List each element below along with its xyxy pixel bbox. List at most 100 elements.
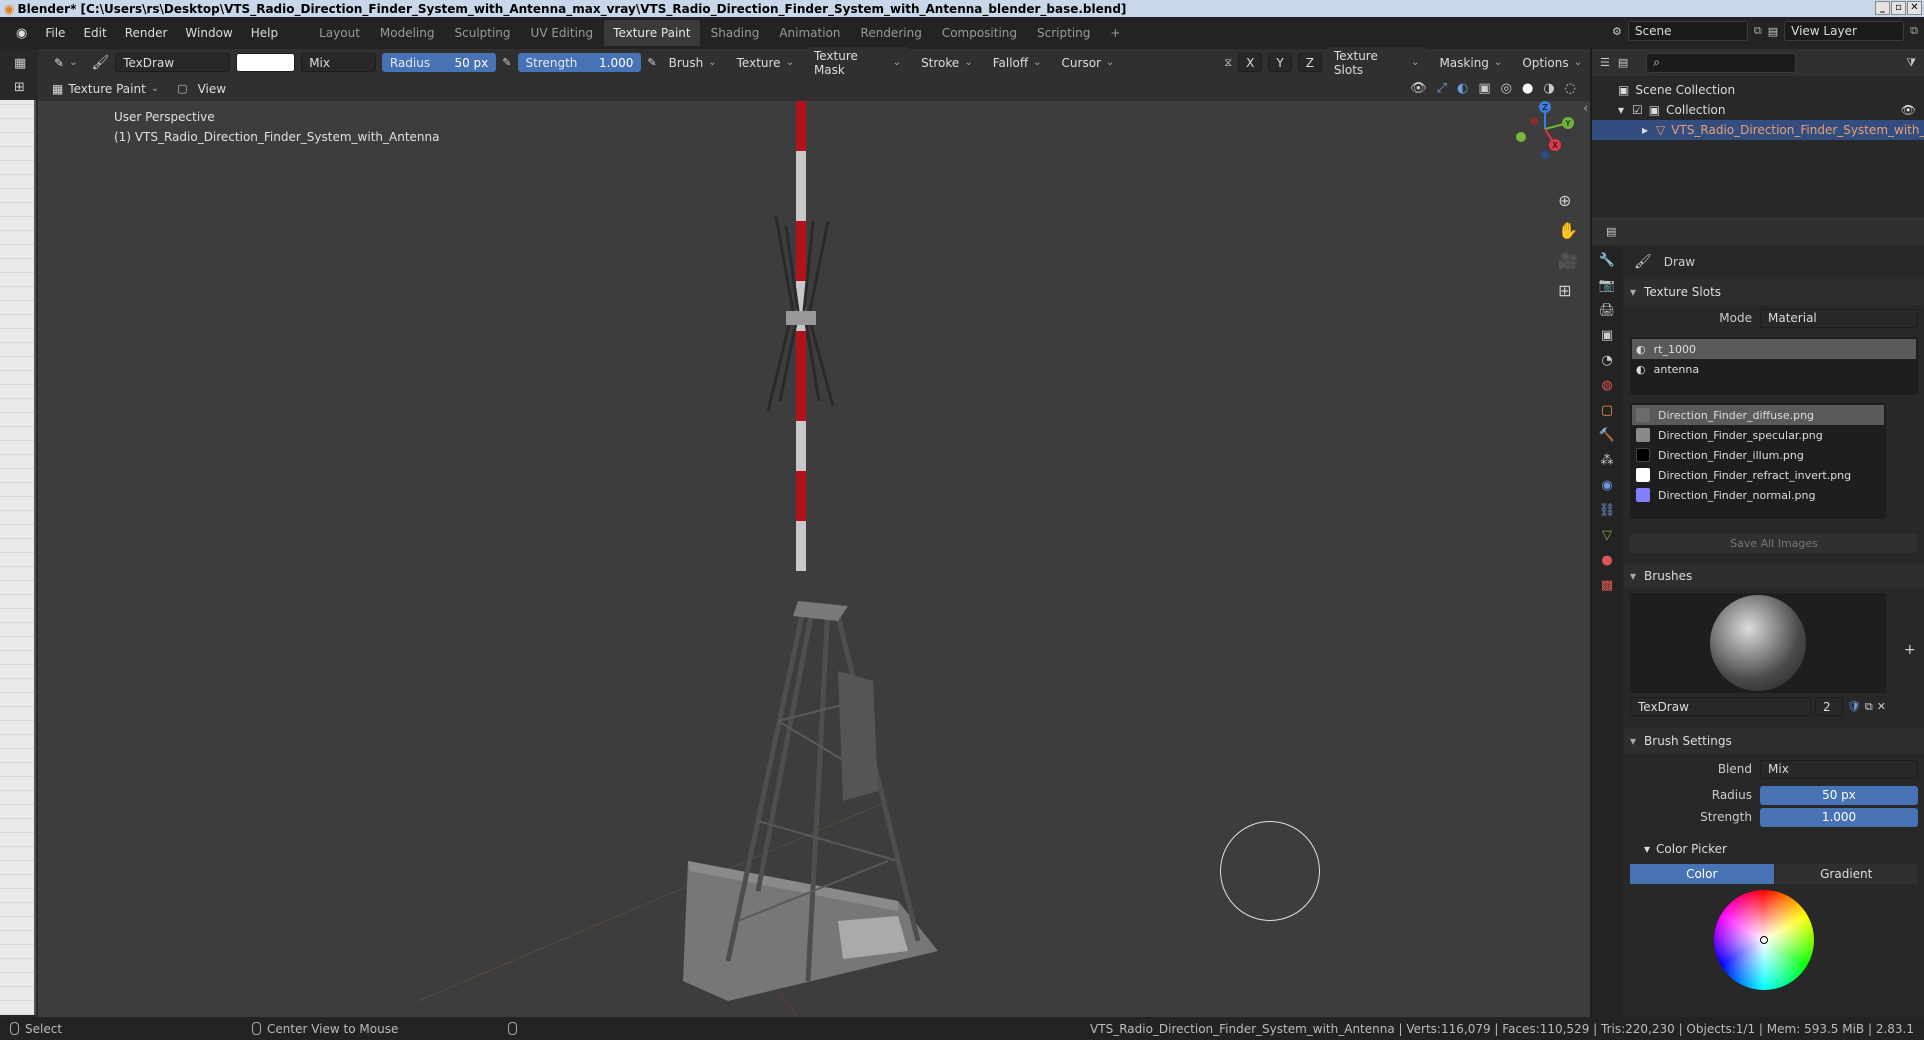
overlay-toggle-icon[interactable]: ◐ [1457, 81, 1468, 96]
tab-uv-editing[interactable]: UV Editing [522, 20, 603, 46]
modifier-tab-icon[interactable]: 🔨 [1599, 428, 1615, 443]
brush-preview[interactable] [1630, 593, 1886, 693]
view-menu[interactable]: View [198, 82, 226, 96]
menu-texture-mask[interactable]: Texture Mask [807, 46, 910, 79]
view-layer-tab-icon[interactable]: ▣ [1601, 328, 1613, 343]
menu-brush[interactable]: Brush [662, 53, 725, 72]
maximize-button[interactable]: ▫ [1891, 1, 1906, 15]
menu-window[interactable]: Window [177, 26, 240, 40]
color-wheel[interactable] [1714, 890, 1814, 990]
tab-scripting[interactable]: Scripting [1028, 20, 1099, 46]
eye-icon[interactable]: 👁 [1901, 103, 1916, 117]
add-slot-icon[interactable]: + [1904, 642, 1916, 658]
color-picker-subpanel-header[interactable]: ▾ Color Picker [1624, 836, 1924, 862]
image-slot-item[interactable]: Direction_Finder_diffuse.png [1632, 405, 1884, 425]
close-button[interactable]: ✕ [1907, 1, 1922, 15]
material-slot-item[interactable]: ◐ rt_1000 [1632, 339, 1916, 359]
material-slot-item[interactable]: ◐ antenna [1632, 359, 1916, 379]
tab-gradient[interactable]: Gradient [1774, 864, 1918, 884]
strength-slider[interactable]: 1.000 [1760, 807, 1918, 827]
duplicate-brush-icon[interactable]: ⧉ [1865, 700, 1873, 714]
fake-user-icon[interactable]: 🛡 [1847, 700, 1861, 713]
material-shading-icon[interactable]: ◑ [1543, 81, 1554, 96]
save-all-images-button[interactable]: Save All Images [1630, 533, 1918, 553]
paint-mode-dropdown[interactable]: ✎ [48, 53, 86, 72]
blend-dropdown[interactable]: Mix [1760, 759, 1918, 779]
physics-tab-icon[interactable]: ◉ [1601, 478, 1612, 493]
object-row[interactable]: ▸ ▽ VTS_Radio_Direction_Finder_System_with… [1592, 120, 1924, 140]
mirror-x-toggle[interactable]: X [1238, 53, 1263, 72]
expand-arrow-icon[interactable]: ▸ [1642, 123, 1648, 137]
image-slot-item[interactable]: Direction_Finder_illum.png [1632, 445, 1884, 465]
brush-color-swatch[interactable] [235, 53, 296, 72]
menu-help[interactable]: Help [243, 26, 286, 40]
display-mode-icon[interactable]: ▤ [1618, 56, 1628, 69]
menu-falloff[interactable]: Falloff [986, 53, 1050, 72]
scene-tab-icon[interactable]: ◔ [1601, 353, 1612, 368]
scene-collection-row[interactable]: ▣ Scene Collection [1592, 80, 1924, 100]
menu-cursor[interactable]: Cursor [1055, 53, 1123, 72]
output-tab-icon[interactable]: 🖨 [1599, 303, 1616, 318]
mirror-z-toggle[interactable]: Z [1297, 53, 1322, 72]
xray-icon[interactable]: ▣ [1478, 81, 1490, 96]
strength-slider[interactable]: Strength 1.000 [517, 53, 642, 72]
brush-users-count[interactable]: 2 [1814, 697, 1843, 716]
color-wheel-cursor[interactable] [1760, 936, 1768, 944]
editor-type-icon[interactable]: ▦ [14, 56, 26, 71]
properties-editor-icon[interactable]: ▤ [1606, 225, 1616, 238]
menu-stroke[interactable]: Stroke [915, 53, 981, 72]
wireframe-shading-icon[interactable]: ◎ [1501, 81, 1512, 96]
image-slot-item[interactable]: Direction_Finder_refract_invert.png [1632, 465, 1884, 485]
navigation-gizmo[interactable]: Z Y X [1510, 101, 1580, 169]
material-tab-icon[interactable]: ● [1601, 553, 1612, 568]
strength-pressure-icon[interactable]: ✎ [647, 56, 656, 69]
radius-slider[interactable]: 50 px [1760, 785, 1918, 805]
tool-tab-icon[interactable]: 🔧 [1599, 253, 1615, 268]
blender-menu-icon[interactable]: ◉ [8, 26, 35, 41]
camera-view-icon[interactable]: 🎥 [1558, 251, 1578, 270]
grid-icon[interactable]: ⊞ [14, 80, 25, 95]
expand-arrow-icon[interactable]: ▾ [1618, 103, 1624, 117]
menu-masking[interactable]: Masking [1433, 53, 1511, 72]
render-tab-icon[interactable]: 📷 [1599, 278, 1615, 293]
menu-texture[interactable]: Texture [730, 53, 802, 72]
tab-compositing[interactable]: Compositing [933, 20, 1026, 46]
tab-sculpting[interactable]: Sculpting [446, 20, 520, 46]
mode-dropdown[interactable]: ▦ Texture Paint [46, 79, 168, 98]
scene-field[interactable]: Scene [1627, 21, 1748, 41]
tab-color[interactable]: Color [1630, 864, 1774, 884]
minimize-button[interactable]: _ [1875, 1, 1890, 15]
mirror-y-toggle[interactable]: Y [1268, 53, 1292, 72]
gizmo-toggle-icon[interactable]: ⤢ [1437, 81, 1447, 96]
menu-render[interactable]: Render [117, 26, 176, 40]
image-slot-item[interactable]: Direction_Finder_specular.png [1632, 425, 1884, 445]
tab-animation[interactable]: Animation [770, 20, 849, 46]
texture-slots-panel-header[interactable]: Texture Slots [1624, 279, 1924, 305]
list-resize-handle[interactable] [1632, 379, 1916, 393]
constraints-tab-icon[interactable]: ⛓ [1599, 503, 1616, 518]
brushes-panel-header[interactable]: Brushes [1624, 563, 1924, 589]
menu-texture-slots[interactable]: Texture Slots [1327, 46, 1428, 79]
outliner-editor-icon[interactable]: ☰ [1600, 56, 1610, 69]
unlink-brush-icon[interactable]: ✕ [1877, 700, 1886, 713]
tab-layout[interactable]: Layout [310, 20, 369, 46]
mask-toggle-icon[interactable]: ▢ [177, 82, 187, 95]
new-scene-icon[interactable]: ⧉ [1754, 24, 1762, 38]
brush-name-field[interactable]: TexDraw [1630, 697, 1811, 716]
particles-tab-icon[interactable]: ⁂ [1601, 453, 1614, 468]
tab-modeling[interactable]: Modeling [371, 20, 444, 46]
collection-row[interactable]: ▾ ☑ ▣ Collection 👁 [1592, 100, 1924, 120]
view-layer-field[interactable]: View Layer [1784, 21, 1905, 41]
3d-viewport[interactable]: User Perspective (1) VTS_Radio_Direction… [38, 101, 1590, 1017]
menu-file[interactable]: File [37, 26, 73, 40]
pan-hand-icon[interactable]: ✋ [1558, 221, 1578, 240]
zoom-icon[interactable]: ⊕ [1558, 191, 1578, 210]
new-view-layer-icon[interactable]: ⧉ [1910, 24, 1918, 38]
radius-slider[interactable]: Radius 50 px [381, 53, 497, 72]
list-resize-handle[interactable] [1632, 505, 1884, 517]
visibility-icon[interactable]: 👁 [1410, 81, 1427, 96]
tab-rendering[interactable]: Rendering [852, 20, 931, 46]
rendered-shading-icon[interactable]: ◌ [1565, 81, 1576, 96]
outliner-search-input[interactable]: ⌕ [1646, 52, 1797, 73]
checkbox-icon[interactable]: ☑ [1632, 103, 1643, 117]
